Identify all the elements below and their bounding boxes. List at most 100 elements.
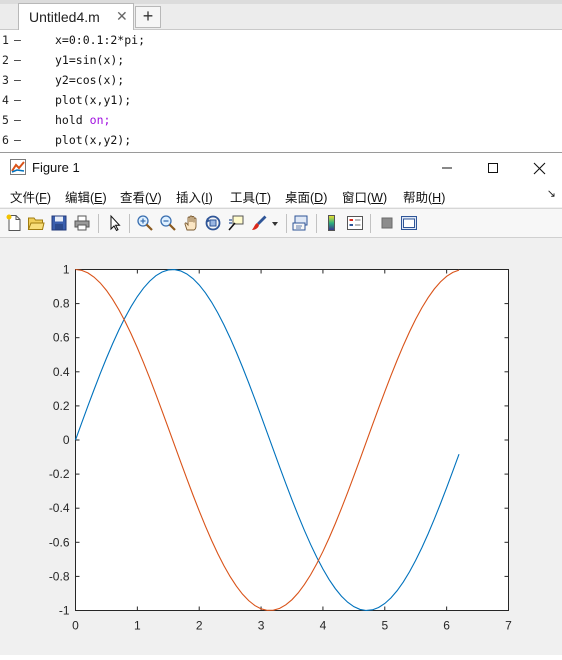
- y-tick-label: -0.8: [49, 569, 70, 583]
- x-tick-label: 7: [505, 619, 512, 633]
- menu-desktop-end: ): [323, 191, 328, 205]
- tab-close-icon[interactable]: ✕: [116, 8, 128, 25]
- data-cursor-icon[interactable]: [227, 214, 245, 232]
- x-tick-label: 1: [134, 619, 141, 633]
- toolbar-separator: [370, 214, 371, 233]
- tab-label: Untitled4.m: [29, 9, 100, 25]
- toolbar-separator: [316, 214, 317, 233]
- menu-tools-label: 工具(: [230, 191, 260, 205]
- menu-file-key: F: [39, 191, 47, 205]
- x-tick-label: 6: [443, 619, 450, 633]
- figure-title: Figure 1: [32, 160, 80, 175]
- menu-window[interactable]: 窗口(W): [342, 187, 387, 206]
- menu-help[interactable]: 帮助(H): [403, 187, 445, 206]
- line-number: 2: [2, 53, 9, 67]
- code-line[interactable]: 6 – plot(x,y2);: [0, 130, 562, 150]
- breakpoint-marker[interactable]: –: [14, 90, 21, 110]
- y-tick-label: -0.4: [49, 501, 70, 515]
- zoom-out-icon[interactable]: [159, 214, 177, 232]
- brush-icon[interactable]: [250, 214, 268, 232]
- toolbar-separator: [98, 214, 99, 233]
- figure-title-bar[interactable]: Figure 1: [0, 153, 562, 183]
- code-line[interactable]: 5 – hold on;: [0, 110, 562, 130]
- zoom-in-icon[interactable]: [136, 214, 154, 232]
- menu-insert[interactable]: 插入(I): [176, 187, 213, 206]
- figure-toolbar: [0, 208, 562, 238]
- code-text[interactable]: y1=sin(x);: [55, 50, 124, 70]
- tab-untitled4[interactable]: Untitled4.m ✕: [18, 3, 134, 30]
- print-icon[interactable]: [73, 214, 91, 232]
- insert-colorbar-icon[interactable]: [323, 214, 341, 232]
- close-icon: [533, 162, 545, 174]
- line-number: 5: [2, 113, 9, 127]
- code-text[interactable]: hold on;: [55, 110, 110, 130]
- line-number: 6: [2, 133, 9, 147]
- menu-help-end: ): [441, 191, 446, 205]
- x-tick-label: 2: [196, 619, 203, 633]
- menu-tools-key: T: [259, 191, 267, 205]
- show-plot-tools-icon[interactable]: [400, 214, 418, 232]
- matlab-figure-icon: [10, 159, 26, 175]
- menu-desktop-key: D: [314, 191, 324, 205]
- code-line[interactable]: 3 – y2=cos(x);: [0, 70, 562, 90]
- menu-window-end: ): [382, 191, 388, 205]
- brush-dropdown-icon[interactable]: [270, 214, 280, 232]
- y-tick-label: 0.4: [53, 365, 70, 379]
- y-tick-label: 1: [63, 263, 70, 277]
- breakpoint-marker[interactable]: –: [14, 30, 21, 50]
- x-tick-label: 5: [381, 619, 388, 633]
- hide-plot-tools-icon[interactable]: [378, 214, 396, 232]
- toolbar-separator: [286, 214, 287, 233]
- y-tick-label: 0.2: [53, 399, 70, 413]
- line-plot-axes[interactable]: 0 1 2 3 4 5 6 7 1 0.8 0.6 0.4 0.2 0 -0.2 -0.4 -0.6 -0.8 -…: [0, 238, 562, 655]
- y-tick-label: 0.8: [53, 297, 70, 311]
- code-text-argument: on;: [89, 113, 111, 127]
- code-line[interactable]: 2 – y1=sin(x);: [0, 50, 562, 70]
- line-number: 3: [2, 73, 9, 87]
- breakpoint-marker[interactable]: –: [14, 70, 21, 90]
- breakpoint-marker[interactable]: –: [14, 50, 21, 70]
- close-button[interactable]: [516, 153, 562, 183]
- menu-view[interactable]: 查看(V): [120, 187, 162, 206]
- figure-menu-bar: 文件(F) 编辑(E) 查看(V) 插入(I) 工具(T) 桌面(D) 窗口(W…: [0, 183, 562, 207]
- open-file-icon[interactable]: [27, 214, 45, 232]
- new-figure-icon[interactable]: [5, 214, 23, 232]
- menu-view-key: V: [149, 191, 158, 205]
- pan-hand-icon[interactable]: [182, 214, 200, 232]
- dock-arrow-icon[interactable]: ↘: [547, 187, 556, 200]
- save-icon[interactable]: [50, 214, 68, 232]
- code-text[interactable]: x=0:0.1:2*pi;: [55, 30, 145, 50]
- minimize-button[interactable]: [424, 153, 470, 183]
- line-number: 1: [2, 33, 9, 47]
- menu-file[interactable]: 文件(F): [10, 187, 51, 206]
- menu-tools[interactable]: 工具(T): [230, 187, 271, 206]
- figure-canvas[interactable]: 0 1 2 3 4 5 6 7 1 0.8 0.6 0.4 0.2 0 -0.2 -0.4 -0.6 -0.8 -…: [0, 238, 562, 655]
- link-plot-icon[interactable]: [292, 214, 310, 232]
- menu-edit[interactable]: 编辑(E): [65, 187, 107, 206]
- maximize-button[interactable]: [470, 153, 516, 183]
- code-line[interactable]: 1 – x=0:0.1:2*pi;: [0, 30, 562, 50]
- menu-file-end: ): [46, 191, 51, 205]
- code-editor[interactable]: Untitled4.m ✕ + 1 – x=0:0.1:2*pi; 2 – y1…: [0, 0, 562, 152]
- edit-plot-pointer-icon[interactable]: [106, 214, 124, 232]
- code-text[interactable]: plot(x,y1);: [55, 90, 131, 110]
- rotate-3d-icon[interactable]: [204, 214, 222, 232]
- code-text[interactable]: plot(x,y2);: [55, 130, 131, 150]
- menu-insert-label: 插入(: [176, 191, 206, 205]
- menu-help-label: 帮助(: [403, 191, 433, 205]
- axes-box: [75, 269, 509, 611]
- menu-desktop[interactable]: 桌面(D): [285, 187, 327, 206]
- code-line[interactable]: 4 – plot(x,y1);: [0, 90, 562, 110]
- breakpoint-marker[interactable]: –: [14, 130, 21, 150]
- insert-legend-icon[interactable]: [346, 214, 364, 232]
- code-text[interactable]: y2=cos(x);: [55, 70, 124, 90]
- y-tick-label: 0: [63, 433, 70, 447]
- menu-view-label: 查看(: [120, 191, 150, 205]
- code-area[interactable]: 1 – x=0:0.1:2*pi; 2 – y1=sin(x); 3 – y2=…: [0, 30, 562, 152]
- add-tab-button[interactable]: +: [135, 6, 161, 28]
- menu-desktop-label: 桌面(: [285, 191, 315, 205]
- menu-view-end: ): [157, 191, 162, 205]
- breakpoint-marker[interactable]: –: [14, 110, 21, 130]
- menu-file-label: 文件(: [10, 191, 40, 205]
- y-tick-label: -1: [59, 604, 70, 618]
